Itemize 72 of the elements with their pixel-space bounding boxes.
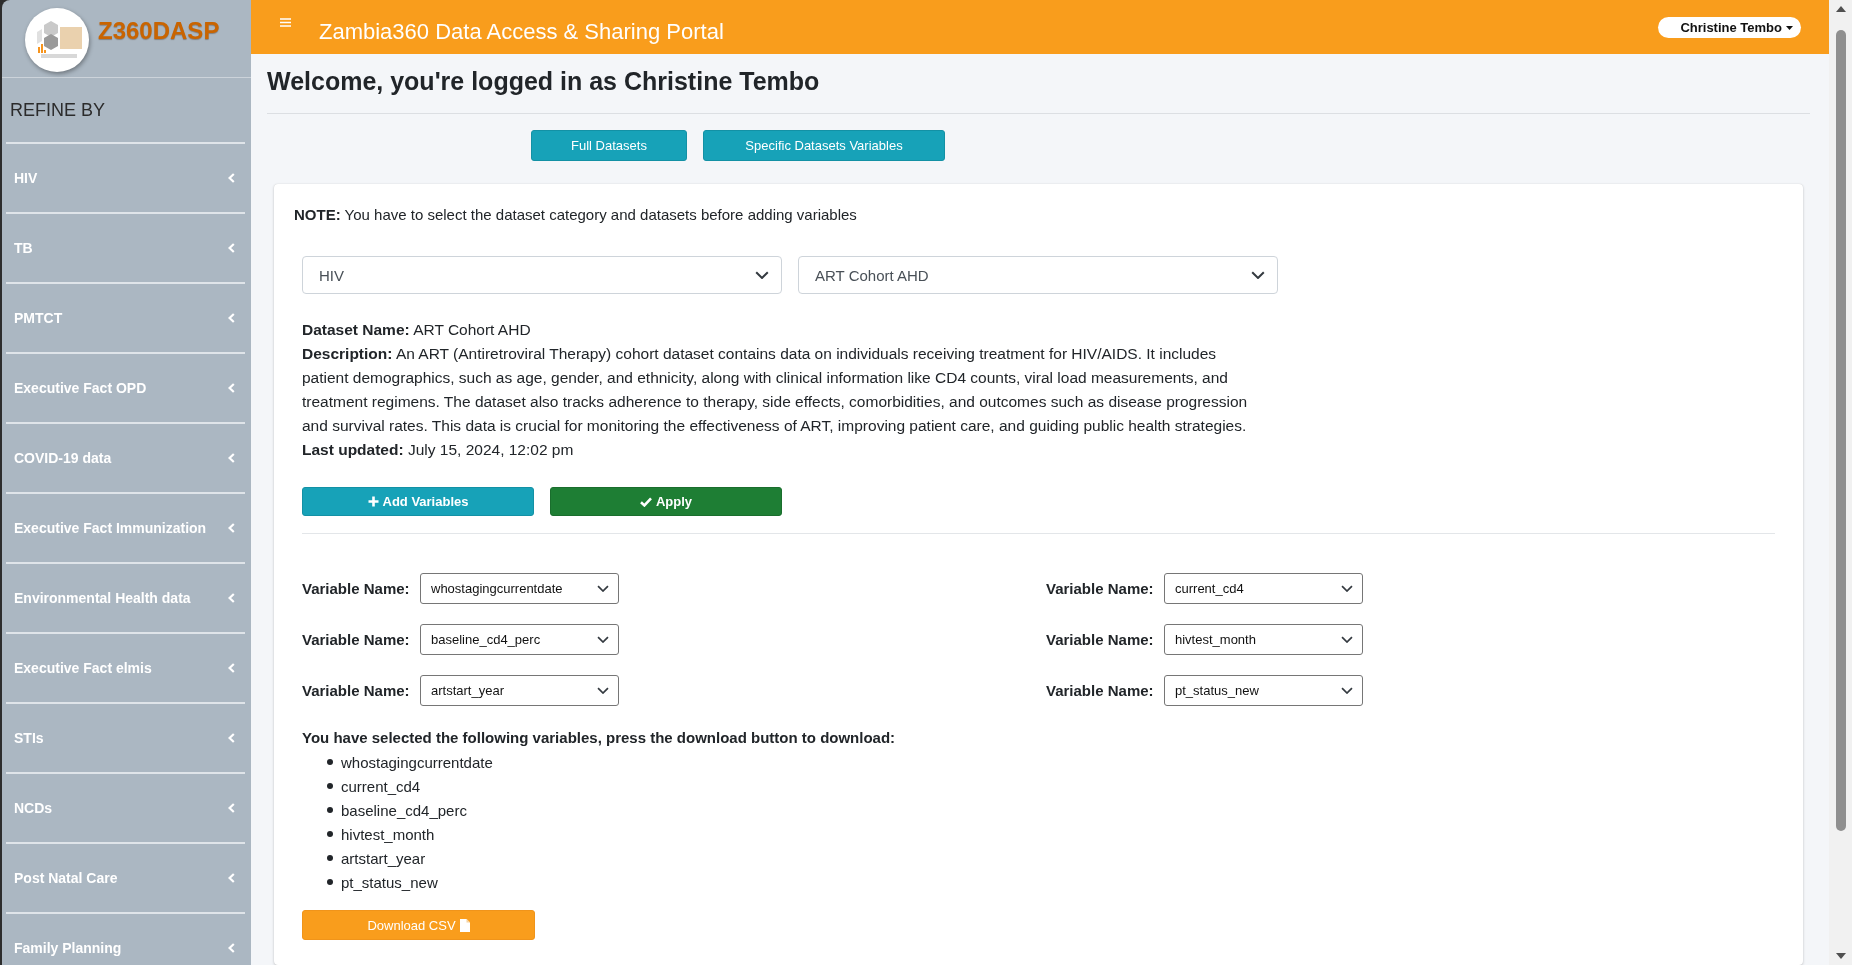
chevron-down-icon xyxy=(755,270,769,280)
sidebar-item[interactable]: Executive Fact OPD xyxy=(6,352,245,422)
selected-variable-text: pt_status_new xyxy=(341,873,438,891)
bullet-icon xyxy=(327,831,333,837)
dataset-detail-text: Description: An ART (Antiretroviral Therapy) cohort dataset contains data on individuals receiving treatment for HIV/AIDS. It includes patient demographics, such as age, gender, and ethnicity, along with clinical information like CD4 counts, viral load measurements, and treatment regimens. The dataset also tracks adherence to therapy, side effects, comorbidities, and outcomes such as disease progression and survival rates. This data is crucial for monitoring the effectiveness of ART, improving patient care, and guiding public health strategies. xyxy=(302,344,1249,436)
sidebar-item[interactable]: TB xyxy=(6,212,245,282)
chevron-down-icon xyxy=(1341,686,1353,695)
variable-label: Variable Name: xyxy=(1046,580,1155,597)
selected-variable-text: whostagingcurrentdate xyxy=(341,753,493,771)
variable-select[interactable]: pt_status_new xyxy=(1164,675,1363,706)
variable-select[interactable]: hivtest_month xyxy=(1164,624,1363,655)
chevron-down-icon xyxy=(1251,270,1265,280)
chevron-down-icon xyxy=(597,635,609,644)
welcome-heading: Welcome, you're logged in as Christine Tembo xyxy=(267,66,821,96)
down-arrow-icon xyxy=(1835,953,1846,959)
variable-label: Variable Name: xyxy=(302,580,411,597)
brand-name: Z360DASP xyxy=(98,17,220,45)
scrollbar-thumb[interactable] xyxy=(1835,30,1846,831)
add-variables-button[interactable]: Add Variables xyxy=(302,487,534,516)
scrollbar[interactable] xyxy=(1829,0,1852,965)
bullet-icon xyxy=(327,759,333,765)
selected-variable-text: hivtest_month xyxy=(341,825,435,843)
apply-button[interactable]: Apply xyxy=(550,487,782,516)
variable-label: Variable Name: xyxy=(1046,682,1155,699)
variable-select[interactable]: artstart_year xyxy=(420,675,619,706)
chevron-down-icon xyxy=(1341,635,1353,644)
variable-select[interactable]: baseline_cd4_perc xyxy=(420,624,619,655)
selected-variable-text: current_cd4 xyxy=(341,777,421,795)
variable-label: Variable Name: xyxy=(1046,631,1155,648)
bullet-icon xyxy=(327,783,333,789)
selected-variable-text: artstart_year xyxy=(341,849,426,867)
check-icon xyxy=(639,496,652,507)
sidebar-item[interactable]: COVID-19 data xyxy=(6,422,245,492)
sidebar-item[interactable]: Environmental Health data xyxy=(6,562,245,632)
plus-icon xyxy=(367,496,379,507)
hexagon-logo-icon xyxy=(24,7,90,73)
variable-label: Variable Name: xyxy=(302,682,411,699)
bullet-icon xyxy=(327,807,333,813)
variable-label: Variable Name: xyxy=(302,631,411,648)
sidebar-item[interactable]: STIs xyxy=(6,702,245,772)
sidebar-item[interactable]: Executive Fact Immunization xyxy=(6,492,245,562)
selected-variables-heading: You have selected the following variables, press the download button to download: xyxy=(302,728,897,748)
variable-select[interactable]: current_cd4 xyxy=(1164,573,1363,604)
chevron-down-icon xyxy=(597,686,609,695)
user-menu-button[interactable]: Christine Tembo xyxy=(1658,17,1801,38)
chevron-down-icon xyxy=(597,584,609,593)
portal-title: Zambia360 Data Access & Sharing Portal xyxy=(319,18,724,46)
sidebar-heading: REFINE BY xyxy=(9,98,107,122)
chevron-down-icon xyxy=(1341,584,1353,593)
sidebar-item[interactable]: HIV xyxy=(6,142,245,212)
selected-variable-text: baseline_cd4_perc xyxy=(341,801,467,819)
dataset-detail-text: Last updated: July 15, 2024, 12:02 pm xyxy=(302,440,575,460)
caret-icon xyxy=(1786,25,1793,30)
sidebar-item[interactable]: Family Planning xyxy=(6,912,245,965)
up-arrow-icon xyxy=(1835,6,1846,12)
bullet-icon xyxy=(327,879,333,885)
bullet-icon xyxy=(327,855,333,861)
sidebar-item[interactable]: NCDs xyxy=(6,772,245,842)
file-icon xyxy=(459,918,470,932)
menu-icon xyxy=(280,18,291,27)
menu-button[interactable] xyxy=(280,18,291,27)
download-csv-button[interactable]: Download CSV xyxy=(302,910,535,940)
dataset-detail-text: Dataset Name: ART Cohort AHD xyxy=(302,320,532,340)
sidebar-item[interactable]: Executive Fact elmis xyxy=(6,632,245,702)
category-select[interactable]: HIV xyxy=(302,256,782,294)
variable-select[interactable]: whostagingcurrentdate xyxy=(420,573,619,604)
sidebar-item[interactable]: PMTCT xyxy=(6,282,245,352)
dataset-mode-button[interactable]: Specific Datasets Variables xyxy=(703,130,945,161)
sidebar-item[interactable]: Post Natal Care xyxy=(6,842,245,912)
note-text: NOTE: You have to select the dataset category and datasets before adding variables xyxy=(294,205,858,225)
dataset-select[interactable]: ART Cohort AHD xyxy=(798,256,1278,294)
dataset-mode-button[interactable]: Full Datasets xyxy=(531,130,687,161)
